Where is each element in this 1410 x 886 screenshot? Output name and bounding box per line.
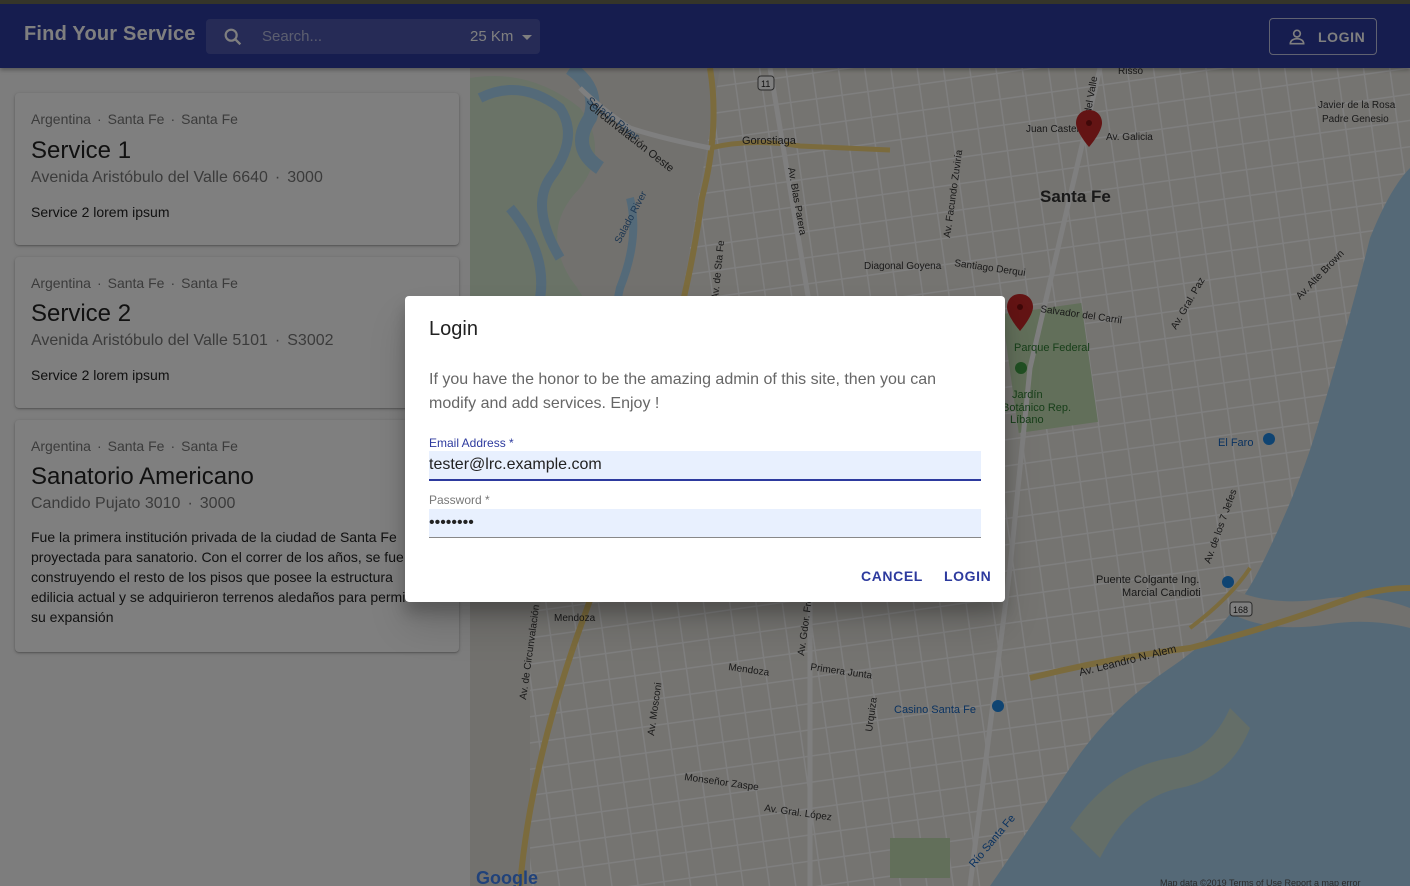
dialog-text: If you have the honor to be the amazing …	[429, 371, 936, 412]
email-label: Email Address *	[429, 436, 514, 450]
password-label: Password *	[429, 493, 490, 507]
password-field[interactable]	[429, 509, 981, 538]
email-field[interactable]	[429, 451, 981, 481]
login-submit-button[interactable]: LOGIN	[944, 568, 991, 584]
dialog-title: Login	[429, 318, 478, 340]
login-dialog: Login If you have the honor to be the am…	[405, 296, 1005, 602]
cancel-button[interactable]: CANCEL	[861, 568, 923, 584]
